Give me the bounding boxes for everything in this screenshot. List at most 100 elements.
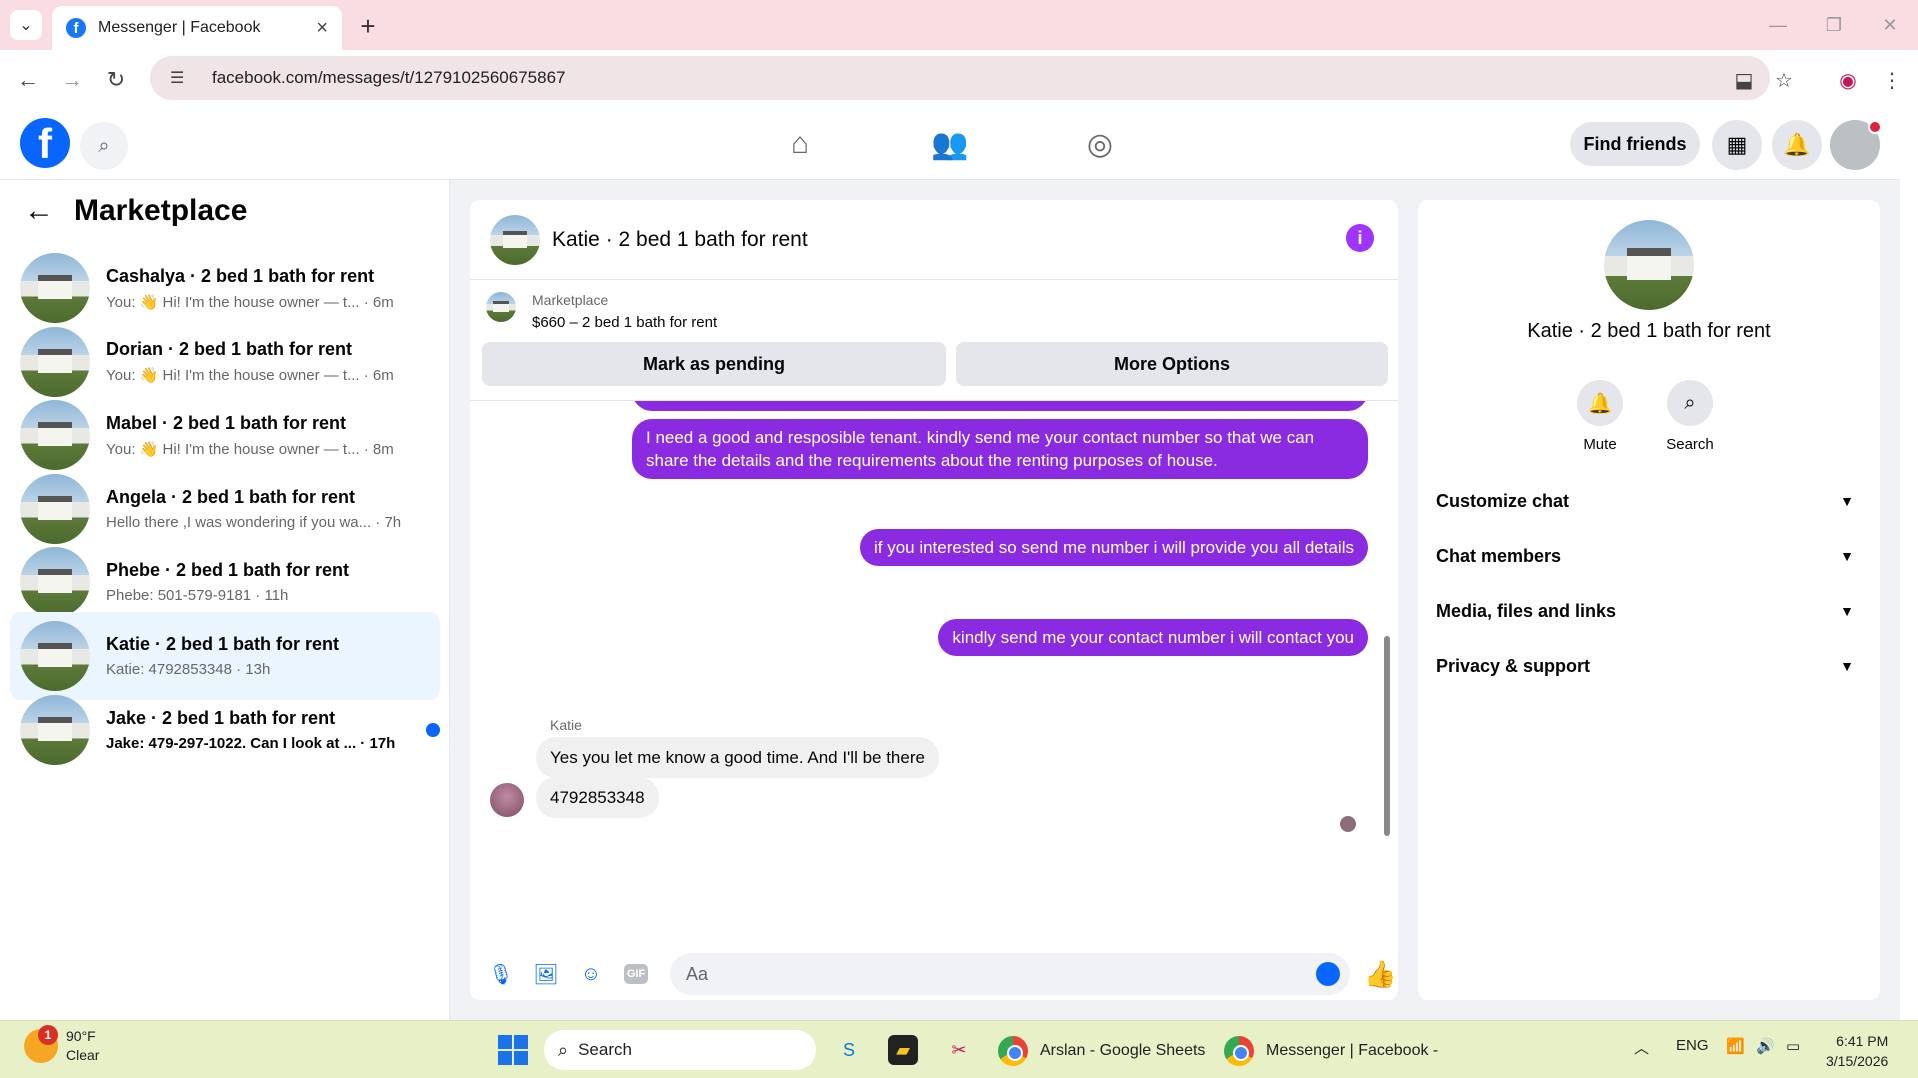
- profile-icon[interactable]: ◉: [1832, 64, 1864, 96]
- message-input-wrapper[interactable]: [670, 953, 1350, 995]
- more-options-button[interactable]: More Options: [956, 342, 1388, 386]
- address-bar[interactable]: ☰ facebook.com/messages/t/12791025606758…: [150, 56, 1770, 100]
- wifi-icon[interactable]: 📶: [1726, 1037, 1745, 1055]
- taskbar-google-sheets[interactable]: Arslan - Google Sheets: [998, 1031, 1205, 1071]
- attach-image-icon[interactable]: 🖼: [529, 957, 563, 991]
- conversation-snippet: Katie: 4792853348 · 13h: [106, 661, 271, 678]
- close-tab-icon[interactable]: ×: [316, 17, 328, 40]
- chat-scrollbar-thumb[interactable]: [1384, 636, 1390, 836]
- facebook-header: f ⌕ ⌂ 👥 ◎ Find friends ▦ 🔔: [0, 108, 1900, 180]
- minimize-window-icon[interactable]: —: [1758, 10, 1798, 40]
- facebook-logo-icon[interactable]: f: [20, 118, 70, 168]
- conversation-snippet: Phebe: 501-579-9181 · 11h: [106, 587, 289, 605]
- sender-avatar: [490, 783, 524, 817]
- back-icon[interactable]: ←: [12, 64, 44, 96]
- chrome-menu-icon[interactable]: ⋮: [1876, 64, 1908, 96]
- message-input[interactable]: [686, 963, 1286, 985]
- facebook-search-icon[interactable]: ⌕: [80, 122, 128, 170]
- privacy-support-section[interactable]: Privacy & support ▼: [1436, 645, 1862, 687]
- conversation-name: Katie · 2 bed 1 bath for rent: [1527, 320, 1771, 342]
- site-settings-icon[interactable]: ☰: [170, 68, 190, 88]
- listing-title: $660 – 2 bed 1 bath for rent: [532, 314, 718, 331]
- weather-widget[interactable]: 1 90°F Clear: [24, 1025, 99, 1065]
- home-icon[interactable]: ⌂: [770, 124, 830, 164]
- temperature: 90°F: [66, 1028, 96, 1044]
- mute-button[interactable]: 🔔 Mute: [1560, 380, 1640, 453]
- chat-members-section[interactable]: Chat members ▼: [1436, 535, 1862, 577]
- thumbs-up-icon[interactable]: 👍: [1364, 959, 1396, 990]
- page-scrollbar[interactable]: [1900, 108, 1918, 1020]
- mark-as-pending-button[interactable]: Mark as pending: [482, 342, 946, 386]
- conversation-avatar: [1604, 220, 1694, 310]
- customize-chat-section[interactable]: Customize chat ▼: [1436, 480, 1862, 522]
- system-clock[interactable]: 6:41 PM 3/15/2026: [1826, 1031, 1888, 1071]
- chat-header[interactable]: Katie · 2 bed 1 bath for rent: [470, 200, 1398, 280]
- close-window-icon[interactable]: ✕: [1870, 10, 1910, 40]
- tab-search-dropdown[interactable]: ⌄: [10, 10, 42, 40]
- listing-source: Marketplace: [532, 292, 609, 308]
- new-tab-button[interactable]: +: [352, 10, 384, 42]
- gif-icon[interactable]: GIF: [619, 957, 653, 991]
- message-bubble-incoming: 4792853348: [536, 777, 659, 818]
- conversation-name: Jake · 2 bed 1 bath for rent: [106, 707, 336, 728]
- restore-window-icon[interactable]: ❐: [1814, 10, 1854, 40]
- clock-time: 6:41 PM: [1836, 1033, 1889, 1049]
- search-label: Search: [1666, 436, 1714, 453]
- search-in-conversation-button[interactable]: ⌕ Search: [1650, 380, 1730, 453]
- chevron-down-icon: ▼: [1840, 548, 1854, 564]
- surfshark-app-icon[interactable]: S: [834, 1035, 864, 1065]
- chat-panel: Katie · 2 bed 1 bath for rent i Marketpl…: [470, 200, 1398, 1000]
- info-icon[interactable]: i: [1346, 224, 1374, 252]
- reload-icon[interactable]: ↻: [100, 64, 132, 96]
- install-app-icon[interactable]: ⬓: [1728, 64, 1760, 96]
- media-files-links-section[interactable]: Media, files and links ▼: [1436, 590, 1862, 632]
- language-indicator[interactable]: ENG: [1676, 1037, 1709, 1054]
- conversation-name: Angela · 2 bed 1 bath for rent: [106, 486, 356, 507]
- chat-scrollbar[interactable]: [1380, 406, 1394, 926]
- find-friends-button[interactable]: Find friends: [1570, 122, 1700, 166]
- chrome-icon: [1224, 1036, 1254, 1066]
- message-area: I need a good and resposible tenant. kin…: [470, 401, 1398, 941]
- show-hidden-icons-chevron-icon[interactable]: ︿: [1634, 1037, 1649, 1058]
- emoji-icon[interactable]: [1316, 962, 1340, 986]
- sticky-notes-app-icon[interactable]: ▰: [888, 1035, 918, 1065]
- tab-title: Messenger | Facebook: [98, 19, 261, 36]
- battery-icon[interactable]: ▭: [1786, 1037, 1800, 1055]
- message-bubble-outgoing: kindly send me your contact number i wil…: [938, 619, 1368, 656]
- taskbar-task-label: Messenger | Facebook -: [1266, 1042, 1439, 1059]
- bookmark-star-icon[interactable]: ☆: [1768, 64, 1800, 96]
- seen-indicator-avatar: [1340, 816, 1356, 832]
- browser-tab-strip: ⌄ f Messenger | Facebook × + — ❐ ✕: [0, 0, 1918, 50]
- facebook-favicon-icon: f: [66, 18, 86, 38]
- chat-title: Katie · 2 bed 1 bath for rent: [552, 227, 808, 251]
- back-arrow-icon[interactable]: ←: [24, 194, 54, 228]
- friends-icon[interactable]: 👥: [920, 124, 980, 164]
- listing-info[interactable]: Marketplace $660 – 2 bed 1 bath for rent: [486, 292, 717, 331]
- conversation-name: Katie · 2 bed 1 bath for rent: [106, 634, 340, 654]
- sender-name: Katie: [550, 717, 582, 733]
- menu-grid-icon[interactable]: ▦: [1712, 120, 1762, 170]
- forward-icon[interactable]: →: [56, 64, 88, 96]
- groups-icon[interactable]: ◎: [1070, 124, 1130, 164]
- notifications-bell-icon[interactable]: 🔔: [1772, 120, 1822, 170]
- windows-taskbar: 1 90°F Clear ⌕ Search S ▰ ✂ Arslan - Goo…: [0, 1020, 1918, 1078]
- gif-label: GIF: [624, 964, 648, 984]
- taskbar-messenger[interactable]: Messenger | Facebook -: [1224, 1031, 1438, 1071]
- browser-tab[interactable]: f Messenger | Facebook ×: [52, 6, 342, 50]
- browser-toolbar: ← → ↻ ☰ facebook.com/messages/t/12791025…: [0, 50, 1918, 108]
- clock-date: 3/15/2026: [1826, 1053, 1889, 1069]
- windows-start-icon[interactable]: [498, 1035, 528, 1065]
- unread-indicator: [426, 722, 440, 737]
- conversation-name: Cashalya · 2 bed 1 bath for rent: [106, 265, 375, 286]
- conversation-item[interactable]: Jake · 2 bed 1 bath for rent Jake: 479-29…: [10, 686, 440, 774]
- volume-icon[interactable]: 🔊: [1756, 1037, 1775, 1055]
- snipping-tool-app-icon[interactable]: ✂: [944, 1035, 974, 1065]
- taskbar-search[interactable]: ⌕ Search: [544, 1030, 816, 1070]
- sticker-icon[interactable]: ☺: [574, 957, 608, 991]
- conversation-thumbnail: [20, 621, 90, 691]
- bell-icon: 🔔: [1577, 380, 1623, 426]
- microphone-icon[interactable]: 🎙: [484, 957, 518, 991]
- section-label: Media, files and links: [1436, 600, 1617, 621]
- conversation-thumbnail: [20, 400, 90, 471]
- weather-badge: 1: [38, 1025, 58, 1045]
